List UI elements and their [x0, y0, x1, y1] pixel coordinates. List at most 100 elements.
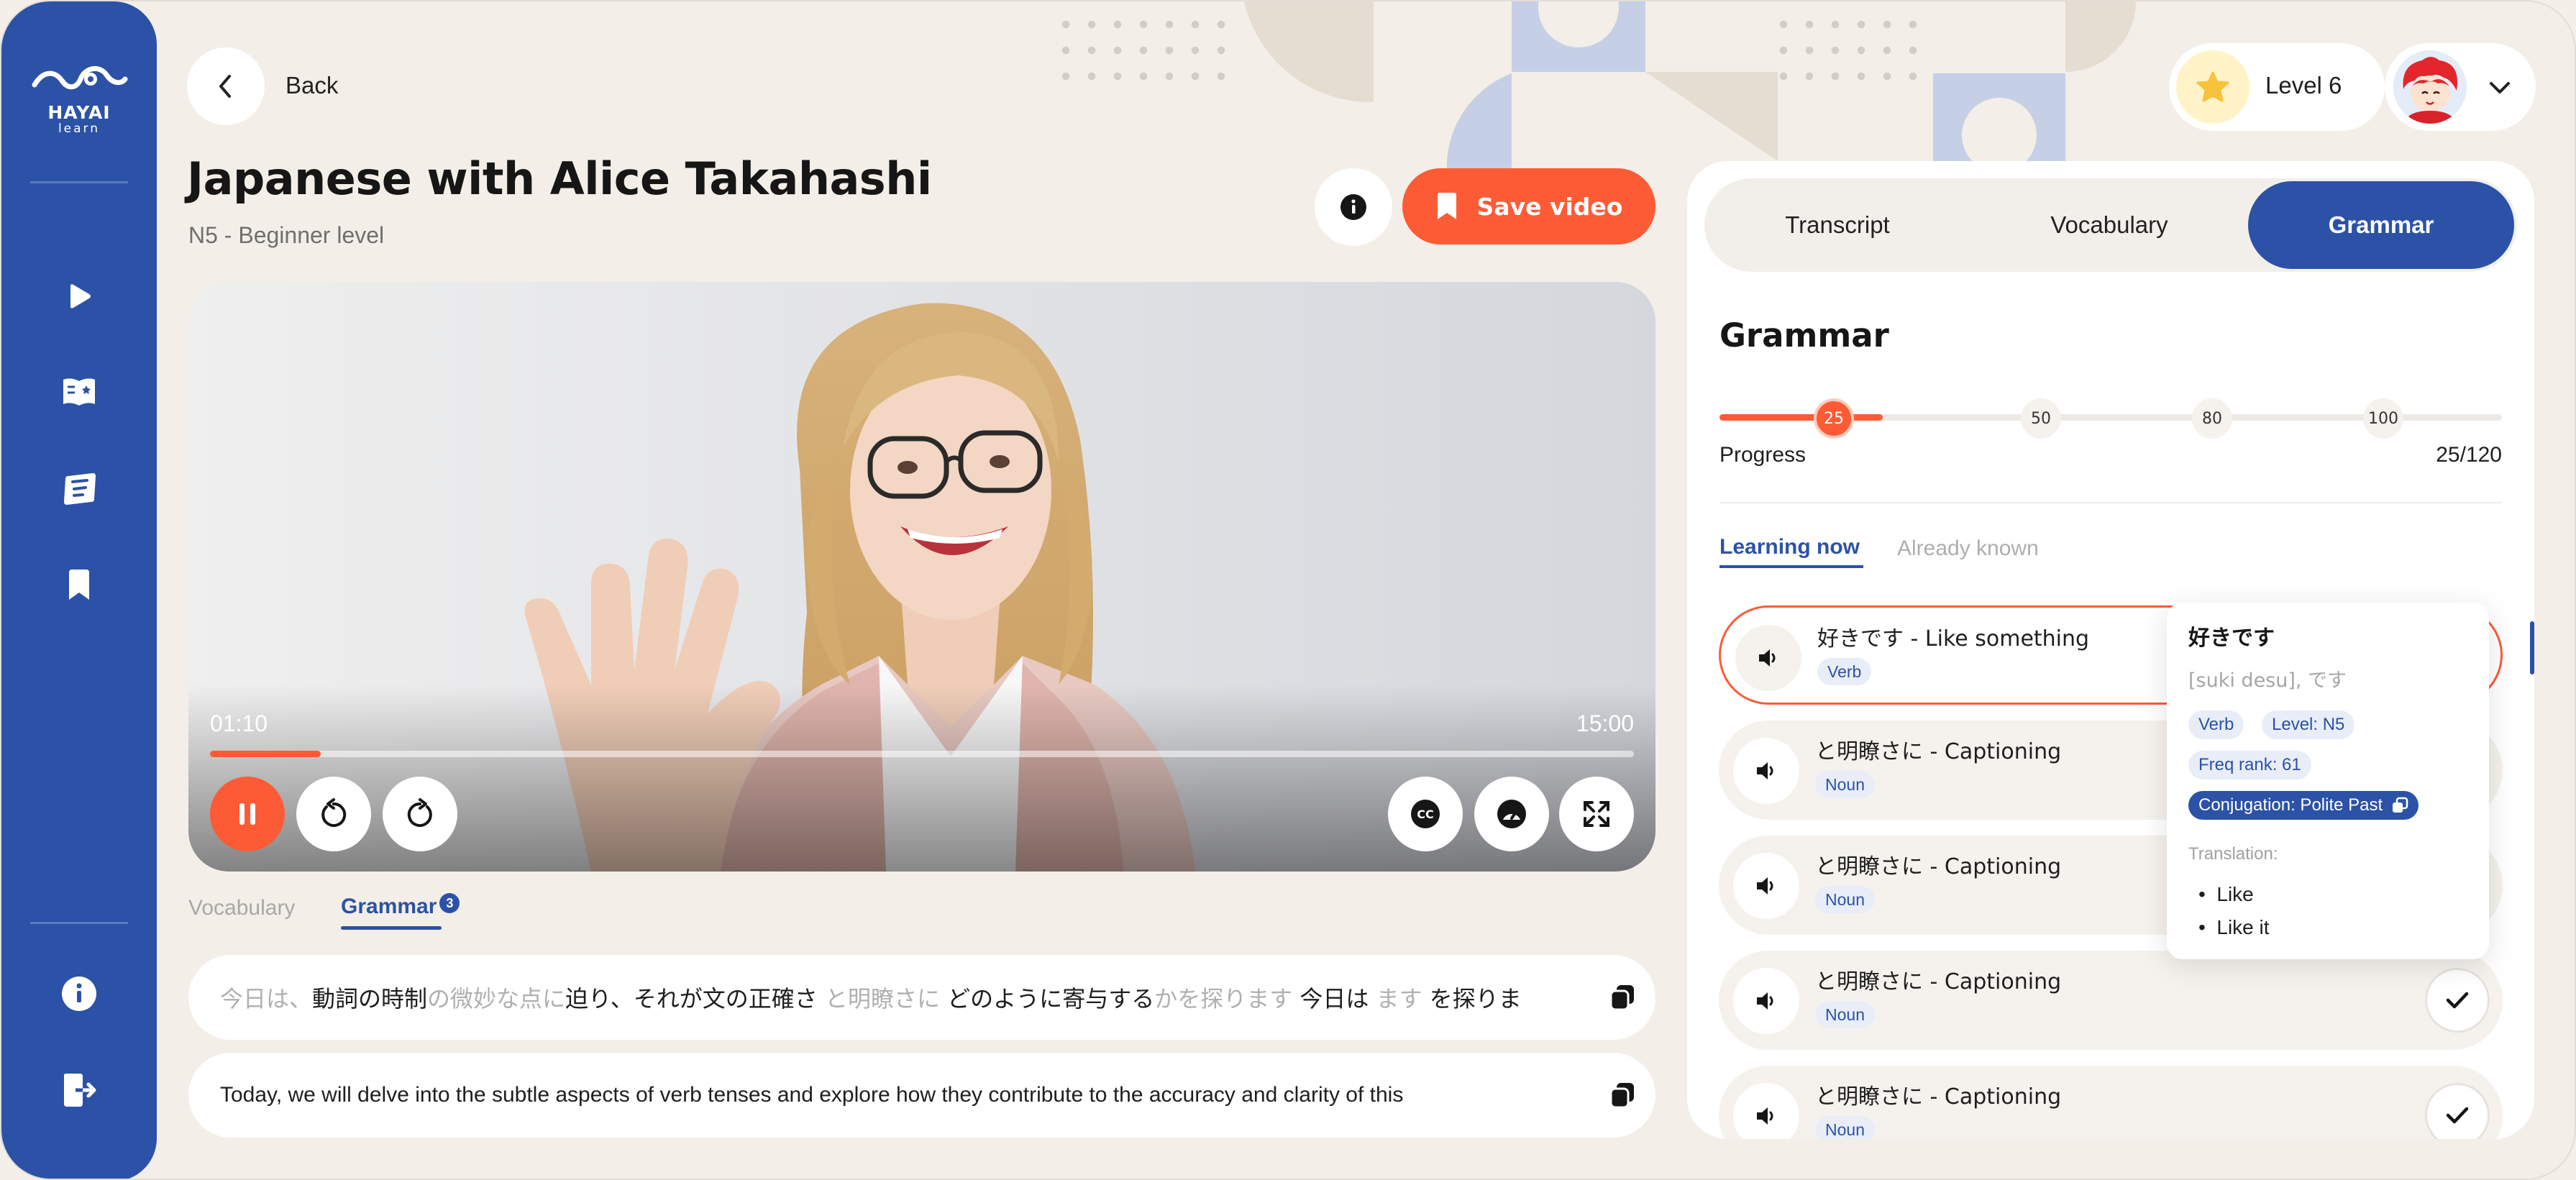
- tab-vocabulary[interactable]: Vocabulary: [1976, 178, 2242, 272]
- fullscreen-icon: [1584, 801, 1609, 827]
- logout-icon: [64, 1074, 96, 1107]
- popover-reading: [suki desu], です: [2188, 669, 2347, 692]
- tab-transcript[interactable]: Transcript: [1704, 178, 1970, 272]
- video-info-button[interactable]: [1315, 168, 1392, 246]
- avatar: [2393, 50, 2467, 124]
- grammar-item-tag: Verb: [1817, 658, 1872, 685]
- highlighted-word[interactable]: 動詞: [312, 985, 358, 1012]
- speed-button[interactable]: [1474, 777, 1549, 851]
- logo-wave-icon: [32, 66, 128, 90]
- mark-known-button[interactable]: [2425, 968, 2490, 1033]
- sidebar-item-info[interactable]: [56, 971, 102, 1017]
- milestone-25[interactable]: 25: [1814, 398, 1854, 439]
- check-icon: [2446, 992, 2469, 1009]
- speaker-button[interactable]: [1733, 1083, 1799, 1139]
- speaker-button[interactable]: [1733, 968, 1799, 1034]
- duration: 15:00: [1576, 710, 1634, 736]
- avatar-image: [2393, 50, 2467, 124]
- transcript-segment: 今日は、: [220, 985, 313, 1012]
- sidebar-item-videos[interactable]: [56, 273, 102, 319]
- cc-icon: CC: [1411, 800, 1440, 828]
- filter-active-underline: [1719, 565, 1863, 568]
- highlighted-word[interactable]: 迫り: [565, 985, 611, 1012]
- sidebar-item-logout[interactable]: [56, 1067, 102, 1113]
- speaker-button[interactable]: [1733, 853, 1799, 919]
- subtab-grammar[interactable]: Grammar 3: [341, 893, 460, 919]
- decor-dots-left: [1053, 12, 1240, 91]
- user-menu[interactable]: [2385, 43, 2536, 131]
- scrollbar-thumb[interactable]: [2530, 621, 2534, 674]
- filter-learning-now[interactable]: Learning now: [1719, 535, 1860, 559]
- subtab-vocabulary[interactable]: Vocabulary: [188, 896, 295, 920]
- panel-title: Grammar: [1719, 316, 1889, 355]
- milestone-50[interactable]: 50: [2021, 398, 2061, 439]
- forward-icon: [407, 798, 432, 827]
- fullscreen-button[interactable]: [1559, 777, 1634, 851]
- save-video-button[interactable]: Save video: [1402, 168, 1655, 244]
- conjugation-label: Conjugation: Polite Past: [2198, 795, 2383, 815]
- grammar-item[interactable]: と明瞭さに - Captioning Noun: [1719, 1066, 2503, 1139]
- back-label[interactable]: Back: [286, 72, 338, 99]
- star-badge: [2176, 50, 2250, 124]
- transcript-segment: ます: [1369, 985, 1430, 1012]
- grammar-item-text: と明瞭さに - Captioning: [1815, 969, 2062, 994]
- sidebar-item-lessons[interactable]: [56, 368, 102, 414]
- chevron-down-icon: [2490, 82, 2510, 93]
- mark-known-button[interactable]: [2425, 1083, 2490, 1139]
- tab-grammar[interactable]: Grammar: [2248, 181, 2514, 269]
- speaker-icon: [1759, 649, 1776, 667]
- grammar-item-text: 好きです - Like something: [1817, 626, 2090, 651]
- seek-bar[interactable]: [210, 751, 1634, 757]
- highlighted-word[interactable]: 今日は: [1300, 985, 1369, 1012]
- pause-button[interactable]: [210, 777, 285, 851]
- sidebar: HAYAI learn: [1, 1, 157, 1179]
- grammar-item[interactable]: と明瞭さに - Captioning Noun: [1719, 951, 2503, 1050]
- bookmark-icon: [69, 570, 89, 600]
- popover-chip-freq: Freq rank: 61: [2188, 751, 2311, 779]
- page-subtitle: N5 - Beginner level: [188, 222, 385, 248]
- conjugation-chip[interactable]: Conjugation: Polite Past: [2188, 791, 2419, 820]
- seek-bar-fill: [210, 751, 321, 757]
- speed-icon: [1497, 800, 1526, 828]
- cards-icon: [64, 473, 96, 505]
- sidebar-item-saved[interactable]: [56, 562, 102, 608]
- japanese-text[interactable]: 今日は、動詞の時制の微妙な点に迫り、それが文の正確さ と明瞭さに どのように寄与…: [220, 981, 1586, 1014]
- popover-title: 好きです: [2188, 626, 2275, 651]
- back-button[interactable]: [187, 47, 265, 125]
- sidebar-divider: [30, 181, 128, 183]
- popover-chip-level: Level: N5: [2262, 710, 2355, 739]
- sidebar-item-flashcards[interactable]: [56, 466, 102, 512]
- speaker-icon: [1757, 877, 1773, 895]
- copy-icon[interactable]: [1609, 1081, 1635, 1109]
- bookmark-icon: [1437, 193, 1456, 219]
- japanese-transcript-line[interactable]: 今日は、動詞の時制の微妙な点に迫り、それが文の正確さ と明瞭さに どのように寄与…: [188, 955, 1655, 1040]
- highlighted-word[interactable]: 寄与する: [1062, 985, 1154, 1012]
- english-transcript-line[interactable]: Today, we will delve into the subtle asp…: [188, 1053, 1655, 1138]
- forward-button[interactable]: [383, 777, 457, 851]
- speaker-button[interactable]: [1733, 738, 1799, 804]
- filter-already-known[interactable]: Already known: [1897, 536, 2039, 561]
- save-video-label: Save video: [1476, 192, 1623, 221]
- captions-button[interactable]: CC: [1388, 777, 1463, 851]
- check-icon: [2446, 1107, 2469, 1124]
- brand-name: HAYAI: [47, 102, 111, 123]
- milestone-100[interactable]: 100: [2363, 398, 2403, 439]
- sidebar-divider-bottom: [30, 922, 128, 924]
- transcript-segment: の微妙な点に: [427, 985, 566, 1012]
- translation-label: Translation:: [2188, 844, 2278, 864]
- grammar-count-badge: 3: [439, 893, 460, 913]
- brand-logo[interactable]: HAYAI learn: [30, 58, 128, 136]
- video-player[interactable]: 01:10 15:00 CC: [188, 282, 1655, 872]
- translation-item: • Like: [2198, 883, 2254, 905]
- copy-icon[interactable]: [1609, 984, 1635, 1011]
- level-badge[interactable]: Level 6: [2169, 43, 2385, 131]
- speaker-button[interactable]: [1735, 625, 1801, 691]
- grammar-item-tag: Noun: [1815, 771, 1875, 798]
- milestone-80[interactable]: 80: [2192, 398, 2232, 439]
- progress-value: 25/120: [2436, 443, 2502, 467]
- transcript-segment: かを探ります: [1154, 985, 1300, 1012]
- speaker-icon: [1757, 1107, 1773, 1125]
- rewind-button[interactable]: [296, 777, 371, 851]
- speaker-icon: [1757, 762, 1773, 779]
- highlighted-word[interactable]: と明瞭さに: [825, 985, 940, 1012]
